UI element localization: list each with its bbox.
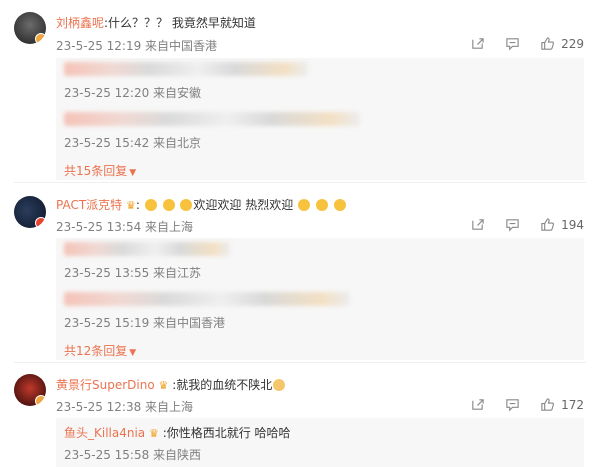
caret-down-icon: ▼	[129, 348, 137, 358]
share-button[interactable]	[470, 217, 485, 232]
reply-meta: 23-5-25 12:20 来自安徽	[64, 86, 202, 100]
verified-badge-icon	[35, 395, 46, 406]
clap-emoji-icon	[162, 199, 175, 211]
avatar[interactable]	[14, 12, 46, 44]
caret-down-icon: ▼	[129, 168, 137, 178]
divider	[14, 362, 586, 363]
reply-username-link[interactable]: 鱼头_Killa4nia	[64, 426, 145, 440]
comment-icon	[506, 38, 519, 51]
comment-line: 刘柄鑫呢:什么？？？ 我竟然早就知道	[56, 14, 256, 31]
comment-actions: 194	[450, 217, 584, 232]
comment-line: PACT派克特 ♛: 欢迎欢迎 热烈欢迎	[56, 196, 347, 213]
comment-line: 黄景行SuperDino ♛ :就我的血统不陕北	[56, 376, 286, 393]
comment-meta: 23-5-25 12:19 来自中国香港	[56, 39, 218, 53]
comment-text: :就我的血统不陕北	[172, 378, 273, 392]
comment-icon	[506, 399, 519, 412]
clap-emoji-icon	[298, 199, 311, 211]
comment-button[interactable]	[505, 36, 520, 51]
comment-text-prefix: :	[135, 198, 140, 212]
comment-text: :什么？？？ 我竟然早就知道	[104, 16, 256, 30]
share-icon	[472, 399, 484, 410]
avatar[interactable]	[14, 196, 46, 228]
blurred-reply-text	[64, 292, 350, 306]
crown-badge-icon: ♛	[126, 199, 136, 212]
comment-actions: 172	[450, 397, 584, 412]
share-icon	[472, 38, 484, 49]
reply-list: 鱼头_Killa4nia ♛ :你性格西北就行 哈哈哈 23-5-25 15:5…	[56, 418, 584, 467]
clap-emoji-icon	[180, 199, 193, 211]
crown-badge-icon: ♛	[158, 379, 169, 392]
blurred-reply-text	[64, 112, 360, 126]
comment-item: 刘柄鑫呢:什么？？？ 我竟然早就知道 23-5-25 12:19 来自中国香港 …	[0, 0, 600, 180]
share-icon	[472, 219, 484, 230]
clap-emoji-icon	[315, 199, 328, 211]
clap-emoji-icon	[333, 199, 346, 211]
blurred-reply-text	[64, 242, 230, 256]
comment-text: 欢迎欢迎 热烈欢迎	[193, 198, 294, 212]
comment-meta: 23-5-25 13:54 来自上海	[56, 220, 194, 234]
cat-face-emoji-icon	[273, 379, 286, 391]
divider	[14, 182, 586, 183]
reply-list: 23-5-25 13:55 来自江苏 23-5-25 15:19 来自中国香港 …	[56, 238, 584, 360]
comment-icon	[506, 219, 519, 232]
username-link[interactable]: PACT派克特	[56, 198, 122, 212]
verified-badge-icon	[35, 33, 46, 44]
username-link[interactable]: 刘柄鑫呢	[56, 16, 104, 30]
comment-button[interactable]	[505, 217, 520, 232]
like-count: 229	[561, 36, 584, 51]
comment-item: 黄景行SuperDino ♛ :就我的血统不陕北 23-5-25 12:38 来…	[0, 364, 600, 467]
comment-meta: 23-5-25 12:38 来自上海	[56, 400, 194, 414]
share-button[interactable]	[470, 397, 485, 412]
comment-button[interactable]	[505, 397, 520, 412]
comment-actions: 229	[450, 36, 584, 51]
reply-meta: 23-5-25 15:58 来自陕西	[64, 448, 202, 462]
like-count: 194	[561, 217, 584, 232]
reply-meta: 23-5-25 15:19 来自中国香港	[64, 316, 226, 330]
verified-badge-icon	[35, 217, 46, 228]
blurred-reply-text	[64, 62, 308, 76]
share-button[interactable]	[470, 36, 485, 51]
reply-line: 鱼头_Killa4nia ♛ :你性格西北就行 哈哈哈	[64, 424, 291, 441]
reply-meta: 23-5-25 13:55 来自江苏	[64, 266, 202, 280]
reply-meta: 23-5-25 15:42 来自北京	[64, 136, 202, 150]
like-button[interactable]: 194	[540, 217, 584, 232]
like-count: 172	[561, 397, 584, 412]
reply-list: 23-5-25 12:20 来自安徽 23-5-25 15:42 来自北京 共1…	[56, 58, 584, 180]
thumbs-up-icon	[541, 398, 555, 411]
clap-emoji-icon	[144, 199, 157, 211]
like-button[interactable]: 229	[540, 36, 584, 51]
more-replies-link[interactable]: 共12条回复 ▼	[64, 342, 136, 359]
username-link[interactable]: 黄景行SuperDino	[56, 378, 155, 392]
crown-badge-icon: ♛	[148, 427, 159, 440]
like-button[interactable]: 172	[540, 397, 584, 412]
comment-item: PACT派克特 ♛: 欢迎欢迎 热烈欢迎 23-5-25 13:54 来自上海 …	[0, 184, 600, 364]
reply-text: :你性格西北就行 哈哈哈	[162, 426, 291, 440]
avatar[interactable]	[14, 374, 46, 406]
more-replies-link[interactable]: 共15条回复 ▼	[64, 162, 136, 179]
thumbs-up-icon	[541, 37, 555, 50]
thumbs-up-icon	[541, 218, 555, 231]
